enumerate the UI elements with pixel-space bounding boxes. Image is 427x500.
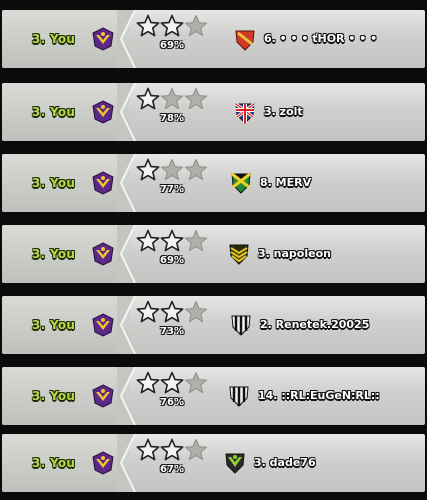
star-filled-icon xyxy=(136,14,160,37)
stars-rating xyxy=(136,14,210,38)
destruction-percent: 76% xyxy=(160,397,184,408)
clan-badge-icon xyxy=(92,384,114,408)
star-filled-icon xyxy=(160,438,184,461)
star-empty-icon xyxy=(184,88,208,110)
stars-rating xyxy=(136,158,210,182)
destruction-percent: 73% xyxy=(160,326,184,337)
attacker-label: 3. You xyxy=(32,176,76,190)
jamaica-shield-icon xyxy=(231,172,251,194)
star-empty-icon xyxy=(184,439,208,461)
clan-badge-icon xyxy=(92,171,114,195)
clan-badge-icon xyxy=(92,242,114,266)
opponent-name: 8. MERV xyxy=(260,176,312,189)
attack-row[interactable]: 3. You 76% 14. ::RL:EuGeN:RL:: xyxy=(2,367,425,425)
red-shield-icon xyxy=(235,30,255,51)
attack-row[interactable]: 3. You 69% 6. • • • ťHOR • • • xyxy=(2,10,425,68)
star-empty-icon xyxy=(184,15,208,37)
attacker-label: 3. You xyxy=(32,318,76,332)
attacker-label: 3. You xyxy=(32,389,76,403)
star-empty-icon xyxy=(184,301,208,323)
destruction-percent: 78% xyxy=(160,113,184,124)
star-filled-icon xyxy=(160,371,184,394)
star-empty-icon xyxy=(160,88,184,110)
attack-row[interactable]: 3. You 77% 8. MERV xyxy=(2,154,425,212)
star-empty-icon xyxy=(160,159,184,181)
opponent-name: 3. zolt xyxy=(264,105,303,118)
striped-shield-icon xyxy=(231,315,251,336)
star-filled-icon xyxy=(160,229,184,252)
stars-rating xyxy=(136,371,210,395)
opponent-name: 2. Renetek.20025 xyxy=(260,318,370,331)
opponent-name: 3. napoleon xyxy=(258,247,331,260)
stars-rating xyxy=(136,438,210,462)
clan-badge-icon xyxy=(92,100,114,124)
attacker-label: 3. You xyxy=(32,105,76,119)
clan-badge-icon xyxy=(92,27,114,51)
destruction-percent: 69% xyxy=(160,255,184,266)
opponent-name: 14. ::RL:EuGeN:RL:: xyxy=(258,389,380,402)
stars-rating xyxy=(136,300,210,324)
star-filled-icon xyxy=(136,438,160,461)
attack-row[interactable]: 3. You 73% 2. Renetek.20025 xyxy=(2,296,425,354)
star-filled-icon xyxy=(136,229,160,252)
opponent-name: 6. • • • ťHOR • • • xyxy=(264,32,378,45)
attacker-label: 3. You xyxy=(32,456,76,470)
star-empty-icon xyxy=(184,372,208,394)
striped-shield-icon xyxy=(229,386,249,407)
star-empty-icon xyxy=(184,230,208,252)
stars-rating xyxy=(136,87,210,111)
chevron-shield-icon xyxy=(229,244,249,265)
attacker-label: 3. You xyxy=(32,247,76,261)
attack-row[interactable]: 3. You 78% 3. zolt xyxy=(2,83,425,141)
destruction-percent: 67% xyxy=(160,464,184,475)
union-jack-shield-icon xyxy=(235,102,255,124)
destruction-percent: 77% xyxy=(160,184,184,195)
star-filled-icon xyxy=(136,87,160,110)
star-filled-icon xyxy=(160,300,184,323)
opponent-name: 3. dade76 xyxy=(254,456,316,469)
stars-rating xyxy=(136,229,210,253)
star-filled-icon xyxy=(136,158,160,181)
attack-row[interactable]: 3. You 69% 3. napoleon xyxy=(2,225,425,283)
clan-badge-icon xyxy=(92,313,114,337)
destruction-percent: 69% xyxy=(160,40,184,51)
star-filled-icon xyxy=(136,300,160,323)
star-filled-icon xyxy=(160,14,184,37)
star-filled-icon xyxy=(136,371,160,394)
attack-row[interactable]: 3. You 67% 3. dade76 xyxy=(2,434,425,492)
star-empty-icon xyxy=(184,159,208,181)
green-eagle-shield-icon xyxy=(225,453,245,474)
attacker-label: 3. You xyxy=(32,32,76,46)
clan-badge-icon xyxy=(92,451,114,475)
